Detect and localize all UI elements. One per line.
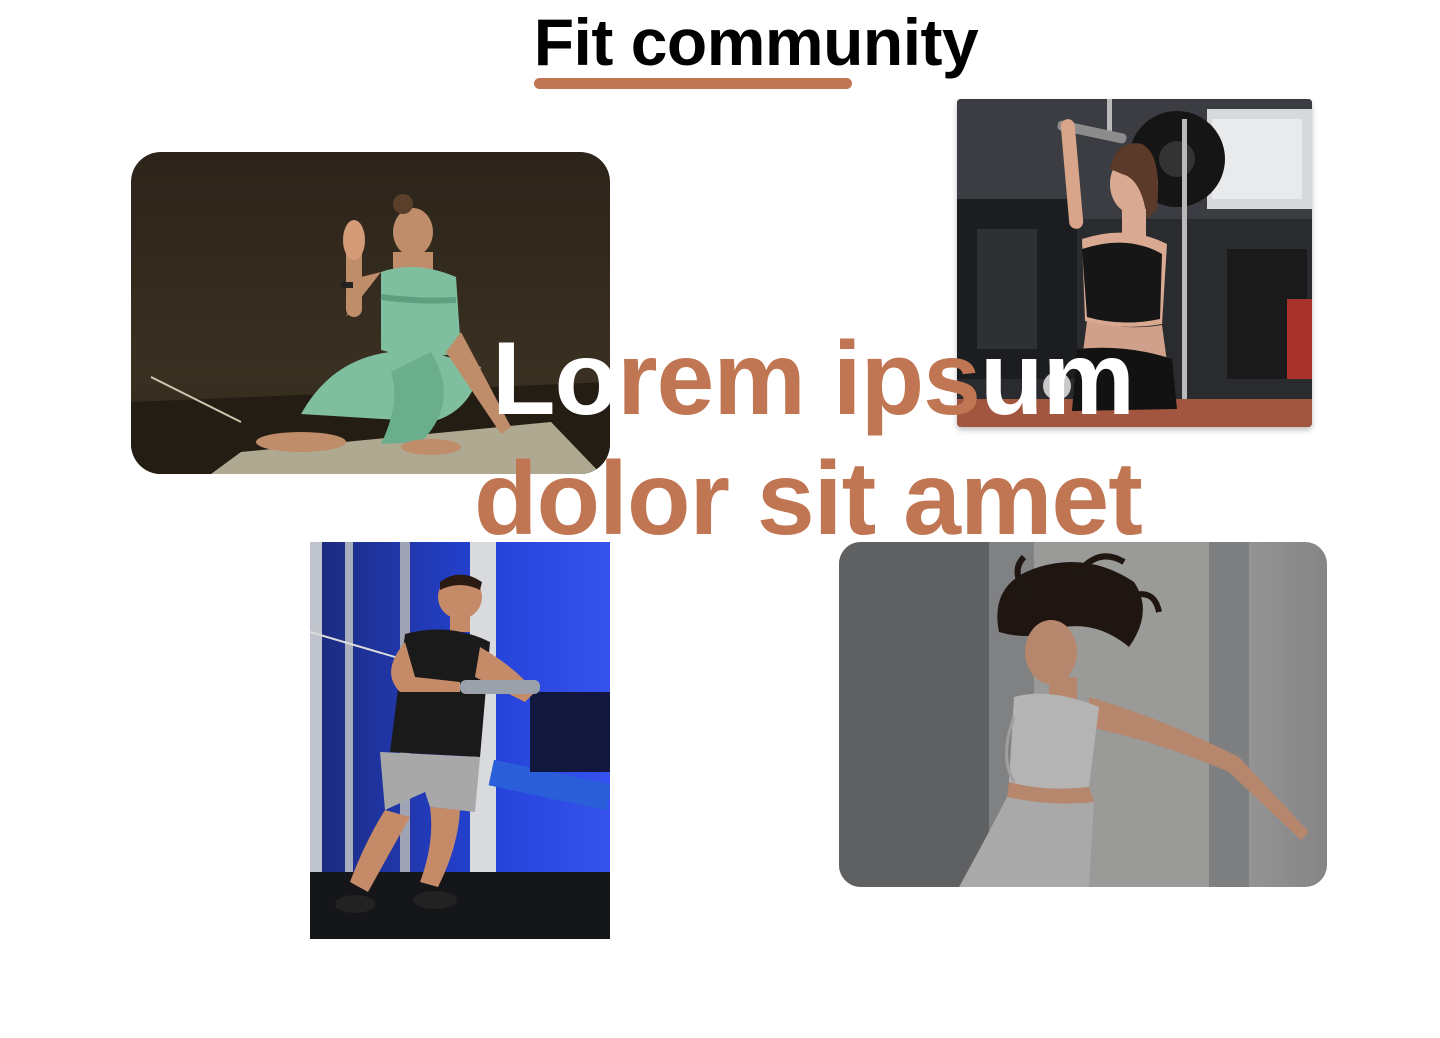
hero-heading-line2: dolor sit amet	[474, 441, 1143, 557]
title-underline	[534, 78, 852, 89]
fit-community-section: Fit community Lorem ipsum dolor sit amet	[0, 0, 1440, 1038]
hero-line1-white-end: um	[980, 321, 1135, 437]
hero-line1-accent: rem ips	[617, 321, 981, 437]
dancing-woman-photo	[839, 542, 1327, 887]
hero-line1-white-start: Lo	[492, 321, 618, 437]
section-title: Fit community	[533, 5, 979, 79]
hero-heading-line1: Lorem ipsum	[492, 318, 1135, 440]
gym-man-cable-photo	[310, 542, 610, 939]
